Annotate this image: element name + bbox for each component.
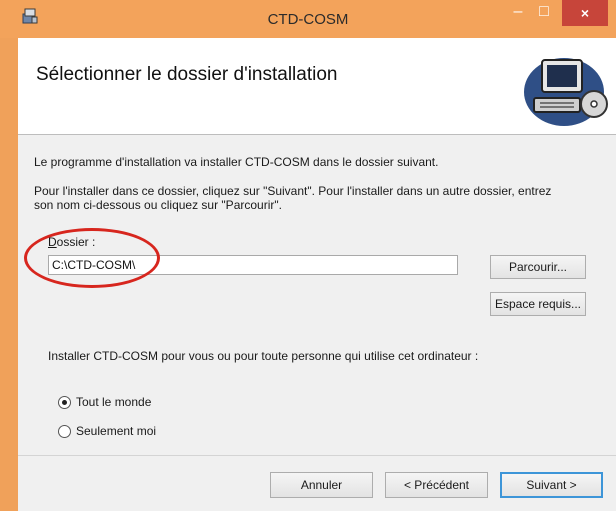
dialog-body: Le programme d'installation va installer… — [18, 135, 616, 511]
folder-path-input[interactable] — [48, 255, 458, 275]
footer-divider — [18, 455, 616, 456]
maximize-button[interactable]: □ — [531, 0, 557, 26]
cancel-button[interactable]: Annuler — [270, 472, 373, 498]
folder-label: Dossier : — [48, 235, 95, 249]
computer-disc-icon — [524, 58, 608, 126]
folder-label-text: ossier : — [56, 235, 96, 249]
instructions-text-line1: Pour l'installer dans ce dossier, clique… — [34, 184, 552, 198]
installer-window: CTD-COSM – □ × Sélectionner le dossier d… — [0, 0, 616, 511]
title-bar[interactable]: CTD-COSM – □ × — [0, 0, 616, 38]
browse-button[interactable]: Parcourir... — [490, 255, 586, 279]
radio-just-me-label: Seulement moi — [76, 424, 157, 438]
install-for-label: Installer CTD-COSM pour vous ou pour tou… — [48, 349, 479, 363]
page-title: Sélectionner le dossier d'installation — [36, 64, 338, 85]
radio-just-me[interactable] — [58, 425, 71, 438]
radio-everyone[interactable] — [58, 396, 71, 409]
minimize-button[interactable]: – — [505, 0, 531, 26]
header-banner: Sélectionner le dossier d'installation — [18, 38, 616, 135]
close-button[interactable]: × — [562, 0, 608, 26]
radio-everyone-label: Tout le monde — [76, 395, 152, 409]
folder-label-accelerator: D — [48, 235, 57, 249]
back-button[interactable]: < Précédent — [385, 472, 488, 498]
disk-space-button[interactable]: Espace requis... — [490, 292, 586, 316]
intro-text: Le programme d'installation va installer… — [34, 155, 439, 169]
next-button[interactable]: Suivant > — [500, 472, 603, 498]
instructions-text-line2: son nom ci-dessous ou cliquez sur "Parco… — [34, 198, 282, 212]
